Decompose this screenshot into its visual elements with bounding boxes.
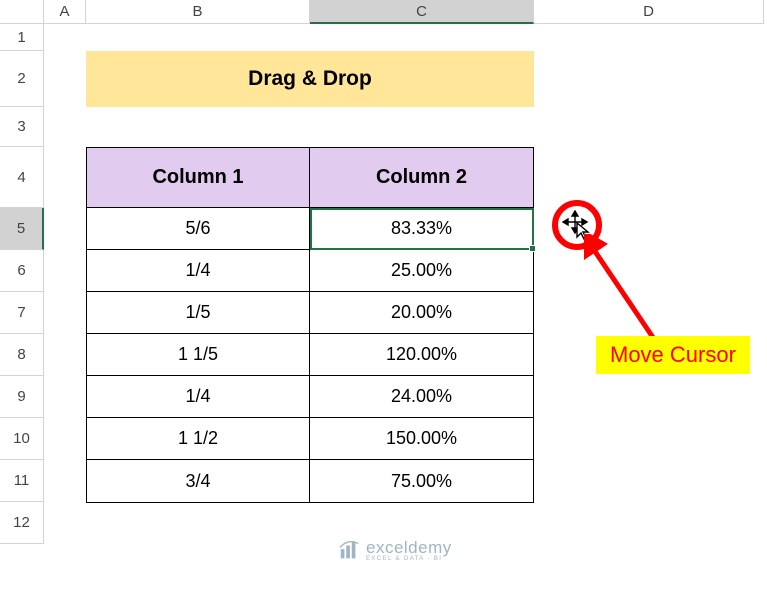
watermark-sub: EXCEL & DATA · BI bbox=[366, 556, 452, 562]
cell-b7[interactable]: 1/5 bbox=[87, 292, 310, 334]
annotation-label-text: Move Cursor bbox=[610, 342, 736, 367]
exceldemy-logo-icon bbox=[338, 540, 360, 562]
table-row: 1/5 20.00% bbox=[87, 292, 533, 334]
cell-c8[interactable]: 120.00% bbox=[310, 334, 533, 376]
row-header-10[interactable]: 10 bbox=[0, 418, 44, 460]
cell-b5[interactable]: 5/6 bbox=[87, 208, 310, 250]
row-header-9[interactable]: 9 bbox=[0, 376, 44, 418]
row-header-1[interactable]: 1 bbox=[0, 24, 44, 51]
select-all-corner[interactable] bbox=[0, 0, 44, 24]
row-header-12[interactable]: 12 bbox=[0, 502, 44, 544]
cell-c10[interactable]: 150.00% bbox=[310, 418, 533, 460]
table-header-c2[interactable]: Column 2 bbox=[310, 148, 533, 208]
col-header-c[interactable]: C bbox=[310, 0, 534, 24]
table-row: 3/4 75.00% bbox=[87, 460, 533, 502]
cell-b8[interactable]: 1 1/5 bbox=[87, 334, 310, 376]
table-row: 1/4 25.00% bbox=[87, 250, 533, 292]
annotation-circle bbox=[552, 200, 602, 250]
row-header-11[interactable]: 11 bbox=[0, 460, 44, 502]
cell-c6[interactable]: 25.00% bbox=[310, 250, 533, 292]
cell-c5[interactable]: 83.33% bbox=[310, 208, 533, 250]
cell-c9[interactable]: 24.00% bbox=[310, 376, 533, 418]
title-text: Drag & Drop bbox=[248, 67, 372, 91]
table-header-c1[interactable]: Column 1 bbox=[87, 148, 310, 208]
col-header-b[interactable]: B bbox=[86, 0, 310, 24]
col-header-a[interactable]: A bbox=[44, 0, 86, 24]
title-banner[interactable]: Drag & Drop bbox=[86, 51, 534, 107]
row-header-2[interactable]: 2 bbox=[0, 51, 44, 107]
spreadsheet-grid: A B C D 123456789101112 Drag & Drop Colu… bbox=[0, 0, 767, 544]
cell-canvas[interactable]: Drag & Drop Column 1 Column 2 5/6 83.33%… bbox=[44, 24, 764, 544]
col-header-d[interactable]: D bbox=[534, 0, 764, 24]
row-header-8[interactable]: 8 bbox=[0, 334, 44, 376]
cell-c7[interactable]: 20.00% bbox=[310, 292, 533, 334]
row-header-4[interactable]: 4 bbox=[0, 147, 44, 208]
column-header-row: A B C D bbox=[0, 0, 767, 24]
row-header-3[interactable]: 3 bbox=[0, 107, 44, 147]
cell-c11[interactable]: 75.00% bbox=[310, 460, 533, 502]
row-header-column: 123456789101112 bbox=[0, 24, 44, 544]
row-header-7[interactable]: 7 bbox=[0, 292, 44, 334]
row-header-6[interactable]: 6 bbox=[0, 250, 44, 292]
watermark-main: exceldemy bbox=[366, 539, 452, 556]
row-header-5[interactable]: 5 bbox=[0, 208, 44, 250]
watermark: exceldemy EXCEL & DATA · BI bbox=[338, 539, 452, 562]
cell-b10[interactable]: 1 1/2 bbox=[87, 418, 310, 460]
table-header-row: Column 1 Column 2 bbox=[87, 148, 533, 208]
table-row: 5/6 83.33% bbox=[87, 208, 533, 250]
move-cursor-icon bbox=[560, 210, 590, 240]
table-row: 1 1/5 120.00% bbox=[87, 334, 533, 376]
cell-b9[interactable]: 1/4 bbox=[87, 376, 310, 418]
table-row: 1/4 24.00% bbox=[87, 376, 533, 418]
table-row: 1 1/2 150.00% bbox=[87, 418, 533, 460]
data-table: Column 1 Column 2 5/6 83.33% 1/4 25.00% … bbox=[86, 147, 534, 503]
cell-b11[interactable]: 3/4 bbox=[87, 460, 310, 502]
cell-b6[interactable]: 1/4 bbox=[87, 250, 310, 292]
annotation-label: Move Cursor bbox=[596, 336, 750, 374]
